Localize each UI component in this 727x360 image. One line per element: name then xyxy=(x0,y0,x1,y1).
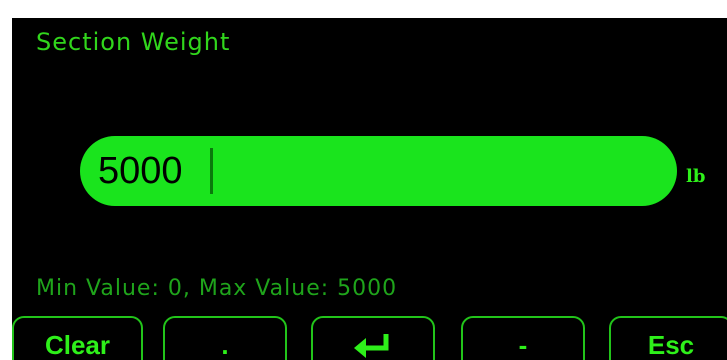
decimal-point-label: . xyxy=(221,330,229,360)
esc-button[interactable]: Esc xyxy=(609,316,727,360)
range-info: Min Value: 0, Max Value: 5000 xyxy=(36,276,398,301)
page-title: Section Weight xyxy=(36,28,231,56)
unit-label: lb xyxy=(686,166,706,187)
screen: Section Weight 5000 lb Min Value: 0, Max… xyxy=(12,18,727,360)
value-input[interactable]: 5000 xyxy=(80,136,677,206)
esc-button-label: Esc xyxy=(647,330,695,360)
enter-button[interactable] xyxy=(311,316,435,360)
soft-key-bar: Clear . - Esc xyxy=(12,316,727,360)
minus-label: - xyxy=(518,330,528,360)
enter-arrow-icon xyxy=(352,330,394,360)
text-cursor xyxy=(210,148,213,194)
clear-button[interactable]: Clear xyxy=(12,316,143,360)
clear-button-label: Clear xyxy=(44,330,111,360)
minus-button[interactable]: - xyxy=(461,316,585,360)
value-text: 5000 xyxy=(98,150,183,192)
decimal-point-button[interactable]: . xyxy=(163,316,287,360)
